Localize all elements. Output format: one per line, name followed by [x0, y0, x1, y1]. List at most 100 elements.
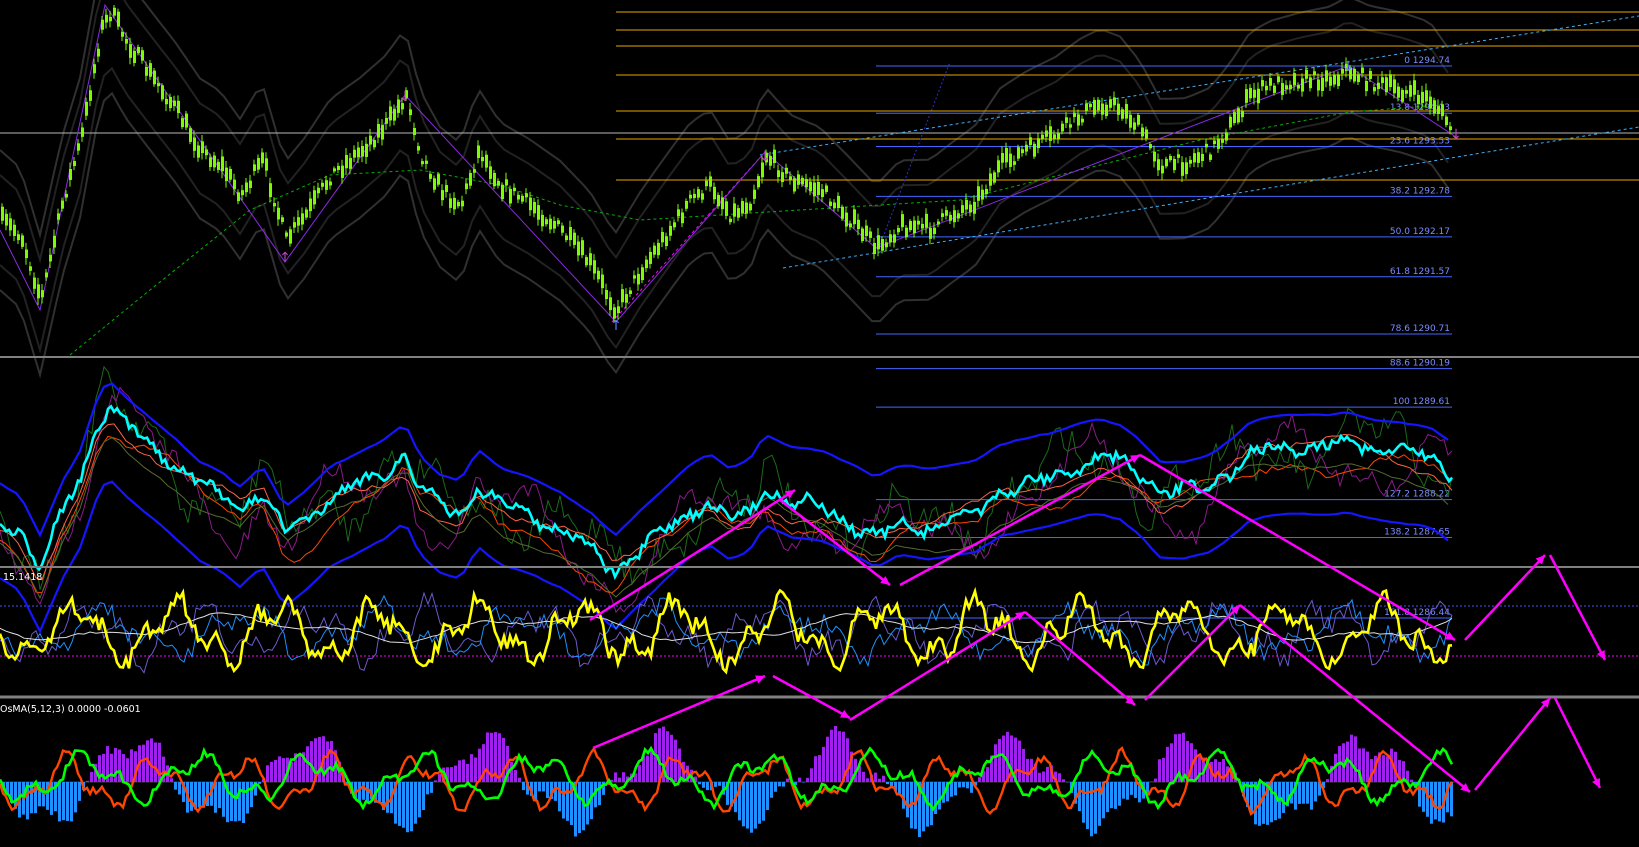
- candle-body: [485, 154, 488, 168]
- candle-body: [493, 172, 496, 187]
- osma-histogram-bar: [1022, 748, 1025, 782]
- osma-histogram-bar: [178, 782, 181, 795]
- candle-body: [897, 228, 900, 233]
- candle-body: [665, 236, 668, 247]
- osma-histogram-bar: [454, 765, 457, 782]
- osma-histogram-bar: [298, 755, 301, 782]
- osma-histogram-bar: [962, 782, 965, 788]
- candle-body: [609, 297, 612, 311]
- osma-histogram-bar: [1302, 782, 1305, 804]
- osma-histogram-bar: [866, 778, 869, 782]
- osma-histogram-bar: [1082, 782, 1085, 823]
- osma-histogram-bar: [1158, 759, 1161, 782]
- candle-body: [1213, 140, 1216, 145]
- candle-body: [1121, 109, 1124, 119]
- candle-body: [101, 19, 104, 30]
- osma-histogram-bar: [406, 782, 409, 833]
- candle-body: [1233, 112, 1236, 124]
- candle-body: [545, 219, 548, 225]
- osma-histogram-bar: [74, 782, 77, 813]
- candle-body: [529, 197, 532, 211]
- candle-body: [717, 195, 720, 207]
- osma-histogram-bar: [1006, 731, 1009, 782]
- osma-histogram-bar: [414, 782, 417, 824]
- candle-body: [1101, 103, 1104, 115]
- candle-body: [1169, 155, 1172, 161]
- candle-body: [1193, 153, 1196, 163]
- osma-histogram-bar: [426, 782, 429, 795]
- osma-histogram-bar: [218, 782, 221, 809]
- candle-body: [681, 212, 684, 224]
- candle-body: [393, 109, 396, 121]
- candle-body: [889, 234, 892, 243]
- osma-histogram-bar: [966, 782, 969, 789]
- candle-body: [25, 249, 28, 259]
- osma-histogram-bar: [1090, 782, 1093, 837]
- candle-body: [1393, 79, 1396, 94]
- candle-body: [113, 7, 116, 16]
- candle-body: [877, 235, 880, 250]
- osma-histogram-bar: [922, 782, 925, 832]
- candle-body: [645, 259, 648, 269]
- fib-level-label: 0 1294.74: [1404, 56, 1450, 66]
- candle-body: [265, 158, 268, 171]
- candle-body: [1205, 143, 1208, 148]
- candle-body: [1165, 158, 1168, 167]
- osma-histogram-bar: [258, 782, 261, 784]
- candle-body: [901, 214, 904, 228]
- osma-histogram-bar: [1162, 757, 1165, 782]
- candle-body: [1061, 123, 1064, 132]
- osma-histogram-bar: [822, 746, 825, 782]
- candle-body: [689, 194, 692, 199]
- candle-body: [957, 213, 960, 219]
- candle-body: [177, 100, 180, 114]
- candle-body: [173, 100, 176, 107]
- osma-histogram-bar: [150, 738, 153, 782]
- candle-body: [801, 177, 804, 185]
- candle-body: [297, 217, 300, 226]
- candle-body: [809, 181, 812, 192]
- candle-body: [205, 149, 208, 156]
- candle-body: [453, 197, 456, 210]
- candle-body: [929, 227, 932, 239]
- osma-histogram-bar: [998, 738, 1001, 782]
- candle-body: [653, 245, 656, 255]
- candle-body: [377, 124, 380, 138]
- osma-histogram-bar: [558, 782, 561, 812]
- osma-histogram-bar: [538, 782, 541, 792]
- osma-histogram-bar: [90, 772, 93, 782]
- osma-histogram-bar: [862, 771, 865, 782]
- candle-body: [1053, 134, 1056, 140]
- osma-histogram-bar: [1450, 782, 1453, 817]
- candle-body: [1405, 90, 1408, 94]
- candle-body: [365, 143, 368, 157]
- candle-body: [277, 207, 280, 220]
- candle-body: [181, 118, 184, 128]
- osma-histogram-bar: [618, 777, 621, 782]
- osma-histogram-bar: [1122, 782, 1125, 799]
- candle-body: [1149, 144, 1152, 149]
- osma-histogram-bar: [766, 782, 769, 810]
- candle-body: [693, 193, 696, 199]
- candle-body: [457, 202, 460, 207]
- osma-histogram-bar: [326, 741, 329, 782]
- candle-body: [513, 187, 516, 192]
- candle-body: [145, 66, 148, 76]
- osma-histogram-bar: [438, 774, 441, 782]
- osma-histogram-bar: [882, 775, 885, 782]
- candle-body: [13, 224, 16, 236]
- osma-histogram-bar: [698, 782, 701, 785]
- candle-body: [873, 242, 876, 255]
- candle-body: [617, 306, 620, 314]
- osma-histogram-bar: [798, 777, 801, 782]
- osma-histogram-bar: [386, 782, 389, 813]
- candle-body: [597, 270, 600, 280]
- candle-body: [537, 205, 540, 220]
- candle-body: [641, 267, 644, 281]
- osma-histogram-bar: [786, 778, 789, 782]
- candle-body: [33, 277, 36, 289]
- osma-histogram-bar: [518, 777, 521, 782]
- candle-body: [389, 106, 392, 121]
- candle-body: [309, 198, 312, 212]
- candle-body: [953, 210, 956, 223]
